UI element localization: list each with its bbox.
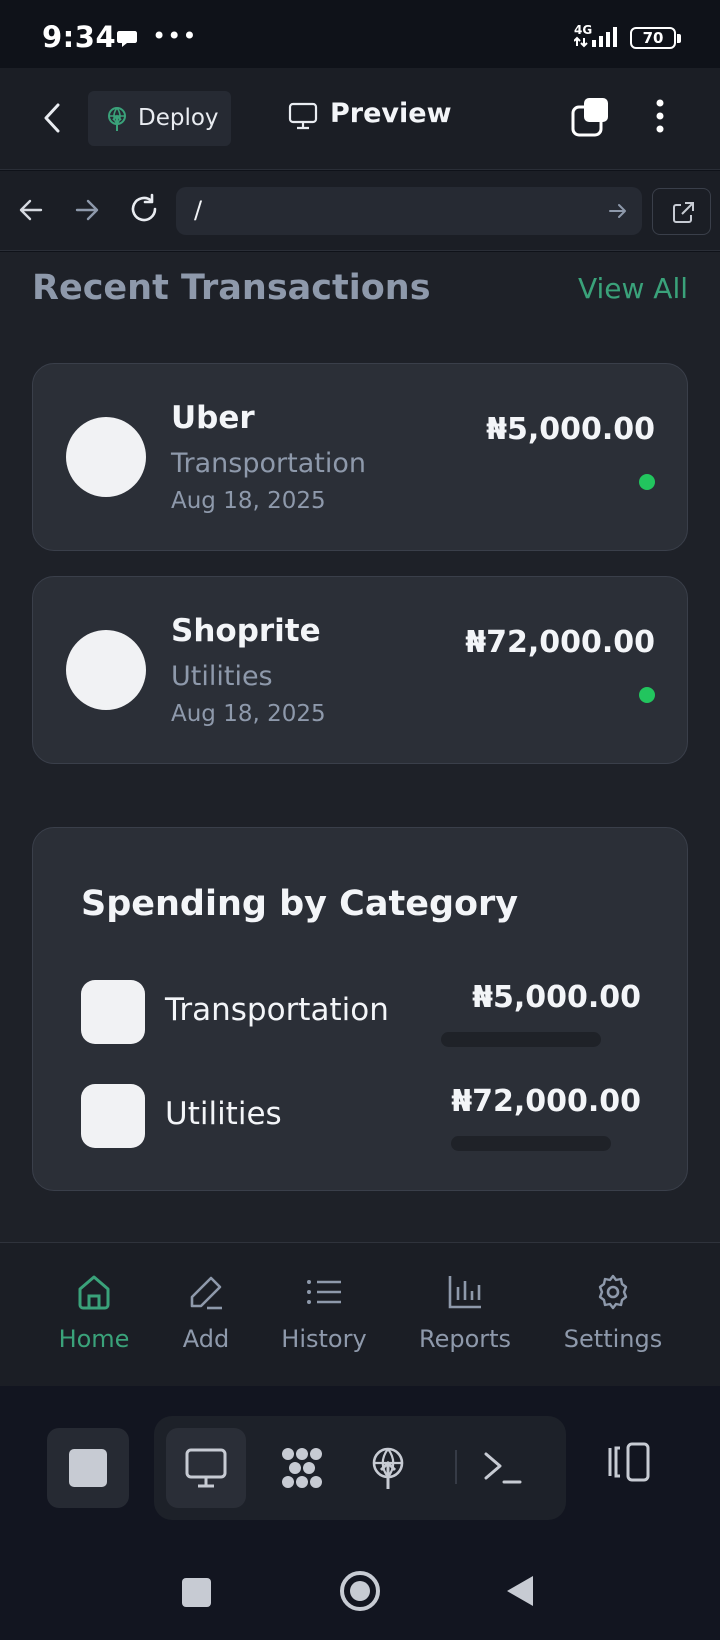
nav-settings-label: Settings [563, 1325, 663, 1353]
transaction-name: Uber [171, 400, 255, 436]
browser-bar: / [0, 171, 720, 251]
app-header: Deploy Preview [0, 68, 720, 170]
transaction-avatar [66, 630, 146, 710]
transaction-card[interactable]: Uber Transportation Aug 18, 2025 ₦5,000.… [32, 363, 688, 551]
terminal-icon [484, 1452, 522, 1484]
chevron-left-icon [44, 103, 60, 133]
transaction-amount: ₦72,000.00 [465, 625, 655, 660]
nav-settings[interactable]: Settings [560, 1273, 666, 1353]
category-swatch [81, 980, 145, 1044]
gear-icon [598, 1274, 628, 1310]
recent-transactions-title: Recent Transactions [32, 268, 431, 308]
arrow-right-icon [75, 199, 99, 221]
sidebar-panel-icon [608, 1442, 650, 1482]
nav-history-label: History [281, 1325, 367, 1353]
reload-icon [131, 193, 157, 222]
url-text: / [194, 196, 203, 224]
status-time: 9:34 [42, 20, 117, 54]
deploy-button[interactable]: Deploy [88, 91, 231, 146]
stop-icon [69, 1449, 107, 1487]
stop-button[interactable] [47, 1428, 129, 1508]
reload-button[interactable] [128, 193, 160, 229]
list-icon [307, 1280, 341, 1304]
transaction-date: Aug 18, 2025 [171, 701, 326, 727]
spending-title: Spending by Category [81, 884, 519, 924]
more-notifications-icon: ••• [152, 22, 198, 50]
category-name: Transportation [165, 992, 389, 1028]
home-icon [78, 1275, 110, 1310]
network-type: 4G [574, 23, 592, 37]
recents-button[interactable] [182, 1578, 211, 1607]
transaction-category: Transportation [171, 448, 366, 479]
deploy-label: Deploy [138, 105, 219, 131]
transaction-card[interactable]: Shoprite Utilities Aug 18, 2025 ₦72,000.… [32, 576, 688, 764]
toolbar-apps-button[interactable] [262, 1428, 342, 1508]
status-dot [639, 687, 655, 703]
transaction-amount: ₦5,000.00 [486, 412, 655, 447]
chat-notification-icon [116, 28, 140, 54]
battery-level: 70 [642, 29, 664, 47]
toolbar-group [154, 1416, 566, 1520]
tabs-icon [571, 98, 608, 137]
preview-label: Preview [330, 98, 452, 129]
signal-icon: 4G [573, 22, 624, 56]
home-button[interactable] [340, 1571, 380, 1611]
ide-toolbar [0, 1386, 720, 1540]
external-link-icon [673, 202, 694, 223]
monitor-icon [288, 102, 318, 134]
dots-grid-icon [282, 1448, 322, 1488]
deploy-globe-icon [106, 106, 128, 136]
transaction-category: Utilities [171, 661, 273, 692]
nav-add-label: Add [182, 1325, 230, 1353]
toolbar-panel-toggle[interactable] [604, 1442, 652, 1486]
nav-home-label: Home [58, 1325, 130, 1353]
toolbar-deploy-button[interactable] [348, 1428, 428, 1508]
toolbar-preview-button[interactable] [166, 1428, 246, 1508]
status-bar: 9:34 ••• 4G 70 [0, 0, 720, 68]
category-amount: ₦72,000.00 [451, 1084, 641, 1119]
browser-forward-button[interactable] [74, 197, 100, 227]
transaction-avatar [66, 417, 146, 497]
category-row[interactable]: Transportation ₦5,000.00 [33, 980, 689, 1047]
system-navigation-bar [0, 1536, 720, 1640]
transaction-name: Shoprite [171, 613, 321, 649]
url-input[interactable]: / [176, 187, 642, 235]
nav-reports-label: Reports [418, 1325, 512, 1353]
arrow-left-icon [19, 199, 43, 221]
view-all-link[interactable]: View All [578, 272, 688, 305]
nav-reports[interactable]: Reports [414, 1273, 516, 1353]
category-amount: ₦5,000.00 [472, 980, 641, 1015]
open-external-button[interactable] [652, 188, 711, 235]
category-swatch [81, 1084, 145, 1148]
main-content: Recent Transactions View All Uber Transp… [0, 252, 720, 1242]
spending-by-category-card: Spending by Category Transportation ₦5,0… [32, 827, 688, 1191]
bar-chart-icon [448, 1276, 481, 1309]
monitor-icon [185, 1448, 227, 1488]
category-name: Utilities [165, 1096, 282, 1132]
go-arrow-icon[interactable] [608, 201, 628, 225]
nav-home[interactable]: Home [56, 1273, 132, 1353]
system-back-button[interactable] [505, 1574, 535, 1612]
deploy-globe-icon [372, 1447, 404, 1489]
triangle-back-icon [507, 1576, 533, 1606]
kebab-menu-icon [656, 99, 664, 133]
toolbar-terminal-button[interactable] [462, 1428, 542, 1508]
more-options-button[interactable] [650, 98, 670, 142]
pencil-icon [190, 1276, 222, 1310]
nav-history[interactable]: History [280, 1273, 368, 1353]
nav-add[interactable]: Add [178, 1273, 234, 1353]
category-row[interactable]: Utilities ₦72,000.00 [33, 1084, 689, 1151]
status-dot [639, 474, 655, 490]
browser-back-button[interactable] [18, 197, 44, 227]
transaction-date: Aug 18, 2025 [171, 488, 326, 514]
tabs-button[interactable] [570, 98, 610, 142]
category-progress-bar [441, 1032, 601, 1047]
category-progress-bar [451, 1136, 611, 1151]
bottom-navigation: Home Add History Reports Settings [0, 1242, 720, 1386]
battery-icon: 70 [630, 27, 681, 49]
toolbar-separator [455, 1450, 457, 1484]
back-button[interactable] [40, 102, 64, 138]
